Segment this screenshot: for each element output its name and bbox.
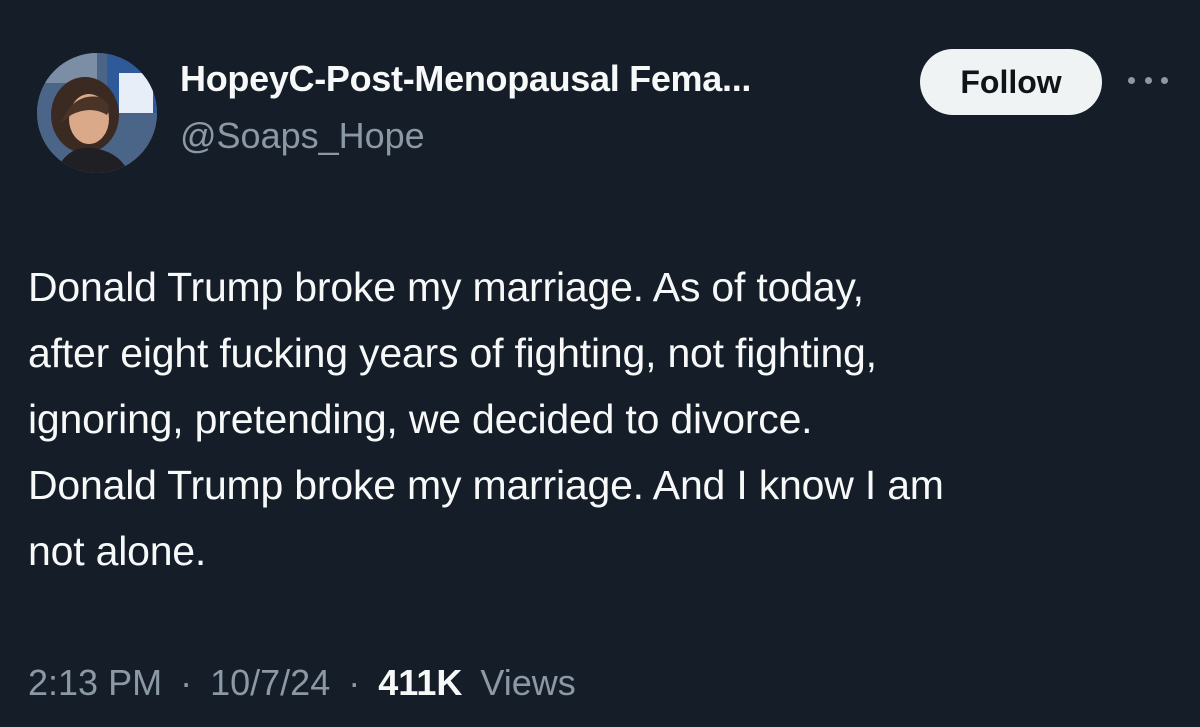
tweet-time[interactable]: 2:13 PM (28, 662, 162, 703)
more-dot (1128, 76, 1135, 84)
more-horizontal-icon[interactable] (1128, 68, 1168, 92)
tweet-date[interactable]: 10/7/24 (210, 662, 330, 703)
tweet-card: HopeyC-Post-Menopausal Fema... @Soaps_Ho… (0, 0, 1200, 727)
follow-button[interactable]: Follow (920, 49, 1102, 115)
tweet-meta: 2:13 PM · 10/7/24 · 411K Views (28, 662, 576, 704)
avatar[interactable] (37, 53, 157, 173)
views-count: 411K (378, 662, 463, 703)
more-dot (1144, 76, 1152, 84)
tweet-text-line: not alone. (28, 528, 207, 574)
tweet-text-line: Donald Trump broke my marriage. As of to… (28, 264, 864, 310)
meta-separator: · (348, 662, 361, 703)
meta-separator: · (180, 662, 193, 703)
tweet-text-line: after eight fucking years of fighting, n… (28, 330, 877, 376)
author-handle[interactable]: @Soaps_Hope (180, 115, 425, 157)
tweet-text-line: Donald Trump broke my marriage. And I kn… (28, 462, 944, 508)
tweet-text: Donald Trump broke my marriage. As of to… (28, 254, 1178, 584)
author-display-name[interactable]: HopeyC-Post-Menopausal Fema... (180, 58, 751, 100)
views-label: Views (480, 662, 576, 703)
more-dot (1161, 76, 1168, 84)
tweet-text-line: ignoring, pretending, we decided to divo… (28, 396, 813, 442)
